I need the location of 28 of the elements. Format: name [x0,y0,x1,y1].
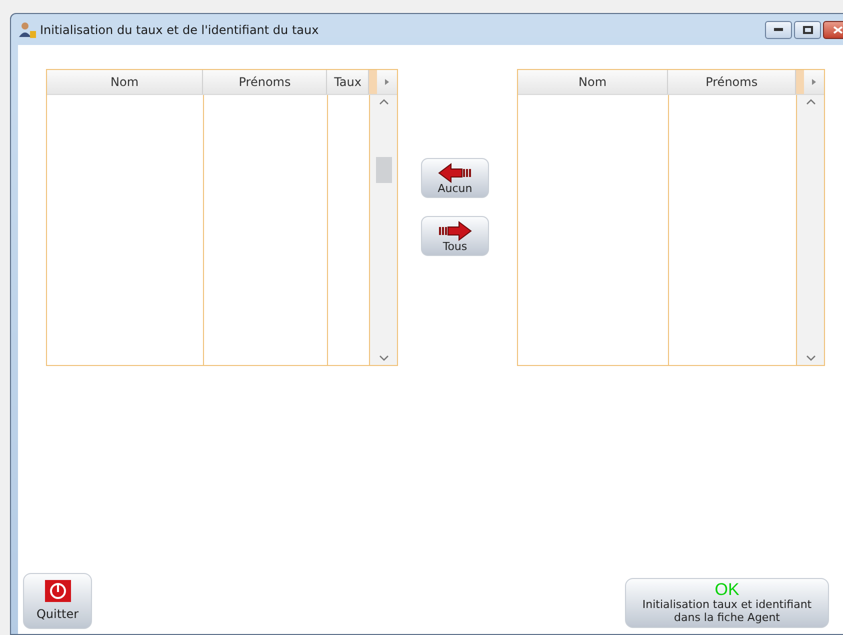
caret-icon [812,79,816,85]
column-header[interactable]: Prénoms [668,70,796,94]
left-arrow-icon [438,162,472,182]
column-header[interactable]: Nom [518,70,668,94]
scroll-thumb[interactable] [376,157,392,183]
power-icon [44,580,70,602]
quit-button[interactable]: Quitter [23,573,92,629]
add-all-button[interactable]: Tous [421,216,489,256]
window-title: Initialisation du taux et de l'identifiant du taux [40,22,319,38]
scrollbar[interactable] [370,95,397,365]
minimize-button[interactable] [765,20,792,38]
column-header[interactable]: Taux [327,70,370,94]
column-menu-button[interactable] [377,70,398,94]
column-resize-handle[interactable] [369,70,378,94]
column-resize-handle[interactable] [796,70,804,94]
close-icon [833,26,843,34]
scrollbar[interactable] [797,95,824,365]
caret-icon [385,79,390,85]
right-arrow-icon [438,220,472,240]
remove-all-button[interactable]: Aucun [421,158,489,198]
maximize-icon [802,26,812,34]
ok-button[interactable]: OK Initialisation taux et identifiant dans la fiche Agent [625,578,829,628]
column-header[interactable]: Prénoms [203,70,328,94]
user-icon [19,20,37,38]
minimize-icon [774,28,783,31]
maximize-button[interactable] [794,20,821,38]
column-menu-button[interactable] [804,70,824,94]
column-header[interactable]: Nom [47,70,204,94]
